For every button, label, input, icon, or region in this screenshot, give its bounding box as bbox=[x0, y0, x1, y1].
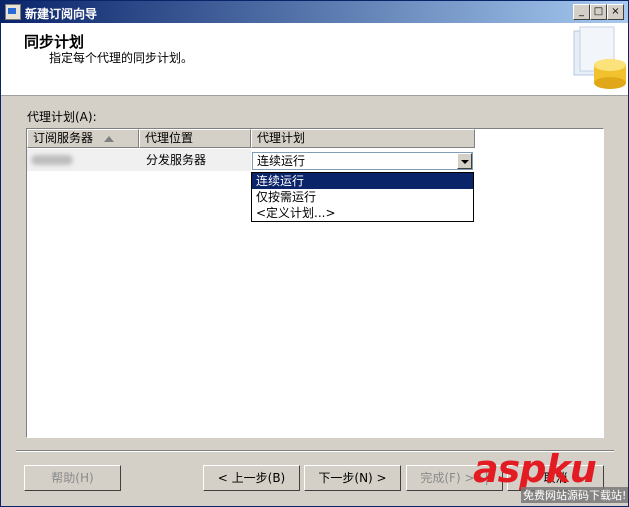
column-header-schedule[interactable]: 代理计划 bbox=[251, 129, 475, 148]
aspku-watermark: aspku 免费网站源码下载站! bbox=[473, 447, 629, 507]
window-title: 新建订阅向导 bbox=[25, 7, 98, 21]
help-button[interactable]: 帮助(H) bbox=[24, 465, 121, 491]
column-header-subscriber[interactable]: 订阅服务器 bbox=[27, 129, 139, 148]
next-button[interactable]: 下一步(N) > bbox=[304, 465, 401, 491]
watermark-logo: aspku bbox=[473, 447, 597, 491]
wizard-header: 同步计划 指定每个代理的同步计划。 bbox=[1, 23, 628, 96]
agent-schedule-label: 代理计划(A): bbox=[27, 110, 97, 124]
agent-schedule-grid: 订阅服务器 代理位置 代理计划 分发服务器 连续运行 连续运行 仅按需运行 <定… bbox=[26, 128, 604, 438]
subscriber-cell[interactable] bbox=[27, 149, 139, 171]
database-wizard-icon bbox=[573, 26, 626, 89]
redacted-subscriber-name bbox=[31, 155, 73, 165]
dropdown-option-on-demand[interactable]: 仅按需运行 bbox=[252, 189, 473, 205]
app-icon bbox=[5, 4, 21, 20]
schedule-combobox-value: 连续运行 bbox=[257, 154, 306, 168]
back-button[interactable]: < 上一步(B) bbox=[203, 465, 300, 491]
page-subtitle: 指定每个代理的同步计划。 bbox=[49, 51, 194, 65]
schedule-dropdown-list: 连续运行 仅按需运行 <定义计划...> bbox=[251, 172, 474, 222]
dropdown-option-continuous[interactable]: 连续运行 bbox=[252, 173, 473, 189]
wizard-window: 新建订阅向导 _ □ × 同步计划 指定每个代理的同步计划。 代理计划(A): … bbox=[0, 0, 629, 507]
dropdown-option-define-schedule[interactable]: <定义计划...> bbox=[252, 205, 473, 221]
schedule-combobox[interactable]: 连续运行 bbox=[252, 152, 473, 170]
column-header-label: 订阅服务器 bbox=[33, 131, 94, 145]
sort-ascending-icon bbox=[104, 136, 114, 142]
maximize-button[interactable]: □ bbox=[590, 4, 607, 20]
close-button[interactable]: × bbox=[607, 4, 624, 20]
chevron-down-icon[interactable] bbox=[457, 153, 472, 169]
watermark-tagline: 免费网站源码下载站! bbox=[521, 487, 629, 503]
location-cell: 分发服务器 bbox=[139, 149, 251, 171]
minimize-button[interactable]: _ bbox=[573, 4, 590, 20]
title-bar[interactable]: 新建订阅向导 _ □ × bbox=[1, 1, 628, 23]
column-header-location[interactable]: 代理位置 bbox=[139, 129, 251, 148]
